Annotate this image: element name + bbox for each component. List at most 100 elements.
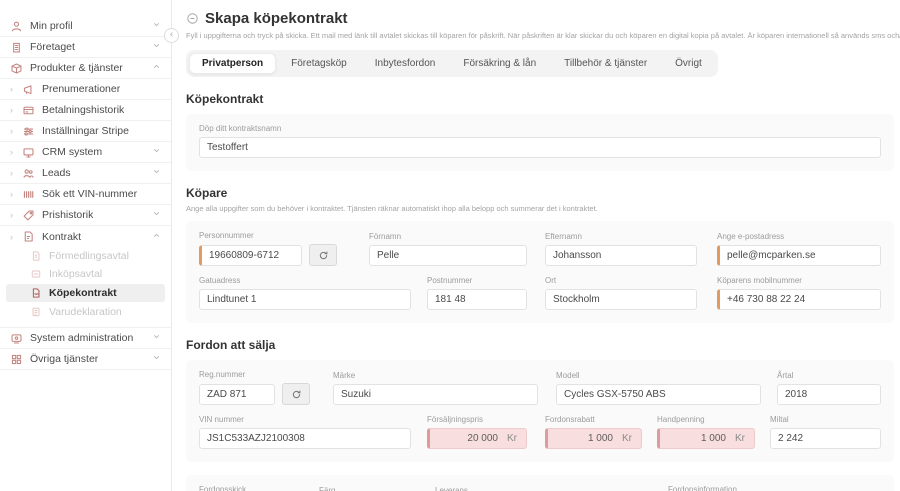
refresh-icon bbox=[291, 389, 302, 400]
handpenning-label: Handpenning bbox=[657, 415, 755, 424]
chevron-up-icon bbox=[152, 231, 161, 243]
tab-ovrigt[interactable]: Övrigt bbox=[662, 53, 715, 74]
section-title-fordon: Fordon att sälja bbox=[186, 338, 894, 352]
regnummer-refresh-button[interactable] bbox=[282, 383, 310, 405]
sidebar-item-ovriga-tjanster[interactable]: Övriga tjänster bbox=[0, 349, 171, 370]
sidebar-item-crm-system[interactable]: › CRM system bbox=[0, 142, 171, 163]
tab-forsakring-lan[interactable]: Försäkring & lån bbox=[450, 53, 549, 74]
document-icon bbox=[30, 268, 43, 281]
signed-contract-icon bbox=[30, 287, 43, 300]
document-icon bbox=[30, 250, 43, 263]
sidebar-item-prishistorik[interactable]: › Prishistorik bbox=[0, 205, 171, 226]
sidebar-item-label: Företaget bbox=[30, 41, 75, 53]
regnummer-label: Reg.nummer bbox=[199, 370, 311, 379]
sidebar-item-kontrakt[interactable]: › Kontrakt bbox=[0, 226, 171, 247]
collapse-sidebar-button[interactable]: ‹ bbox=[164, 28, 179, 43]
chevron-down-icon bbox=[152, 41, 161, 53]
sidebar-item-label: Övriga tjänster bbox=[30, 353, 98, 365]
sidebar-item-label: Prishistorik bbox=[42, 209, 93, 221]
sidebar-item-betalningshistorik[interactable]: › Betalningshistorik bbox=[0, 100, 171, 121]
payment-card-icon bbox=[22, 104, 35, 117]
sidebar-item-min-profil[interactable]: Min profil bbox=[0, 16, 171, 37]
personnummer-input[interactable] bbox=[199, 245, 302, 266]
epost-label: Ange e-postadress bbox=[717, 232, 881, 241]
sidebar-item-formedlingsavtal[interactable]: Förmedlingsavtal bbox=[0, 247, 171, 265]
sidebar-item-produkter-tjanster[interactable]: Produkter & tjänster bbox=[0, 58, 171, 79]
tab-privatperson[interactable]: Privatperson bbox=[189, 53, 276, 74]
price-tag-icon bbox=[22, 209, 35, 222]
regnummer-input[interactable] bbox=[199, 384, 275, 405]
fordonsrabatt-label: Fordonsrabatt bbox=[545, 415, 642, 424]
chevron-right-icon: › bbox=[10, 105, 15, 115]
section-title-kopare: Köpare bbox=[186, 186, 894, 200]
sidebar-item-leads[interactable]: › Leads bbox=[0, 163, 171, 184]
chevron-down-icon bbox=[152, 332, 161, 344]
chevron-right-icon: › bbox=[10, 126, 15, 136]
miltal-input[interactable] bbox=[770, 428, 881, 449]
sidebar-item-system-administration[interactable]: System administration bbox=[0, 328, 171, 349]
chevron-down-icon bbox=[152, 353, 161, 365]
fordonsskick-label: Fordonsskick bbox=[199, 485, 301, 491]
tab-foretagskop[interactable]: Företagsköp bbox=[278, 53, 360, 74]
sidebar-item-label: Köpekontrakt bbox=[49, 287, 117, 299]
users-icon bbox=[22, 167, 35, 180]
contract-name-card: Döp ditt kontraktsnamn bbox=[186, 114, 894, 171]
sidebar-item-inkopsavtal[interactable]: Inköpsavtal bbox=[0, 265, 171, 283]
sidebar-item-label: Prenumerationer bbox=[42, 83, 120, 95]
currency-unit: Kr bbox=[735, 433, 745, 444]
fornamn-input[interactable] bbox=[369, 245, 527, 266]
sidebar-item-label: Betalningshistorik bbox=[42, 104, 124, 116]
epost-input[interactable] bbox=[717, 245, 881, 266]
sidebar-item-label: Varudeklaration bbox=[49, 306, 122, 318]
vin-input[interactable] bbox=[199, 428, 411, 449]
fordonsrabatt-value: 1 000 bbox=[588, 433, 613, 444]
ort-input[interactable] bbox=[545, 289, 697, 310]
sidebar-item-installningar-stripe[interactable]: › Inställningar Stripe bbox=[0, 121, 171, 142]
marke-input[interactable] bbox=[333, 384, 538, 405]
declaration-icon bbox=[30, 306, 43, 319]
modell-input[interactable] bbox=[556, 384, 761, 405]
sidebar-item-sok-vin-nummer[interactable]: › Sök ett VIN-nummer bbox=[0, 184, 171, 205]
efternamn-input[interactable] bbox=[545, 245, 697, 266]
sidebar-item-varudeklaration[interactable]: Varudeklaration bbox=[0, 303, 171, 321]
main-content: Skapa köpekontrakt Fyll i uppgifterna oc… bbox=[172, 0, 900, 491]
sidebar-item-label: Förmedlingsavtal bbox=[49, 250, 129, 262]
sidebar-item-prenumerationer[interactable]: › Prenumerationer bbox=[0, 79, 171, 100]
sidebar-item-label: Leads bbox=[42, 167, 71, 179]
modell-label: Modell bbox=[556, 371, 761, 380]
postnummer-label: Postnummer bbox=[427, 276, 527, 285]
collapse-sidebar-icon: ‹ bbox=[170, 29, 173, 40]
page-subtitle: Fyll i uppgifterna och tryck på skicka. … bbox=[186, 31, 894, 40]
farg-label: Färg bbox=[319, 486, 419, 491]
handpenning-value: 1 000 bbox=[701, 433, 726, 444]
tab-inbytesfordon[interactable]: Inbytesfordon bbox=[362, 53, 449, 74]
mobilnummer-input[interactable] bbox=[717, 289, 881, 310]
marke-label: Märke bbox=[333, 371, 538, 380]
sidebar-item-label: Inställningar Stripe bbox=[42, 125, 129, 137]
chevron-up-icon bbox=[152, 62, 161, 74]
buyer-section-subtitle: Ange alla uppgifter som du behöver i kon… bbox=[186, 204, 894, 213]
chevron-right-icon: › bbox=[10, 210, 15, 220]
contract-name-input[interactable] bbox=[199, 137, 881, 158]
fordonsrabatt-input[interactable]: 1 000Kr bbox=[545, 428, 642, 449]
postnummer-input[interactable] bbox=[427, 289, 527, 310]
contract-type-tabs: Privatperson Företagsköp Inbytesfordon F… bbox=[186, 50, 718, 77]
tab-tillbehor-tjanster[interactable]: Tillbehör & tjänster bbox=[551, 53, 660, 74]
chevron-down-icon bbox=[152, 146, 161, 158]
sidebar-item-kopekontrakt[interactable]: Köpekontrakt bbox=[6, 284, 165, 302]
sidebar-item-label: Min profil bbox=[30, 20, 73, 32]
condition-card: Fordonsskick Nyskick Färg Leverans Fordo… bbox=[186, 475, 894, 491]
chevron-right-icon: › bbox=[10, 147, 15, 157]
grid-icon bbox=[10, 353, 23, 366]
artal-input[interactable] bbox=[777, 384, 881, 405]
sidebar-item-label: Sök ett VIN-nummer bbox=[42, 188, 137, 200]
sidebar-item-label: Produkter & tjänster bbox=[30, 62, 123, 74]
gatuadress-input[interactable] bbox=[199, 289, 411, 310]
personnummer-refresh-button[interactable] bbox=[309, 244, 337, 266]
contract-name-label: Döp ditt kontraktsnamn bbox=[199, 124, 881, 133]
handpenning-input[interactable]: 1 000 Kr bbox=[657, 428, 755, 449]
forsaljningspris-input[interactable]: 20 000Kr bbox=[427, 428, 527, 449]
forsaljningspris-label: Försäljningspris bbox=[427, 415, 527, 424]
chevron-right-icon: › bbox=[10, 232, 15, 242]
sidebar-item-foretaget[interactable]: Företaget bbox=[0, 37, 171, 58]
